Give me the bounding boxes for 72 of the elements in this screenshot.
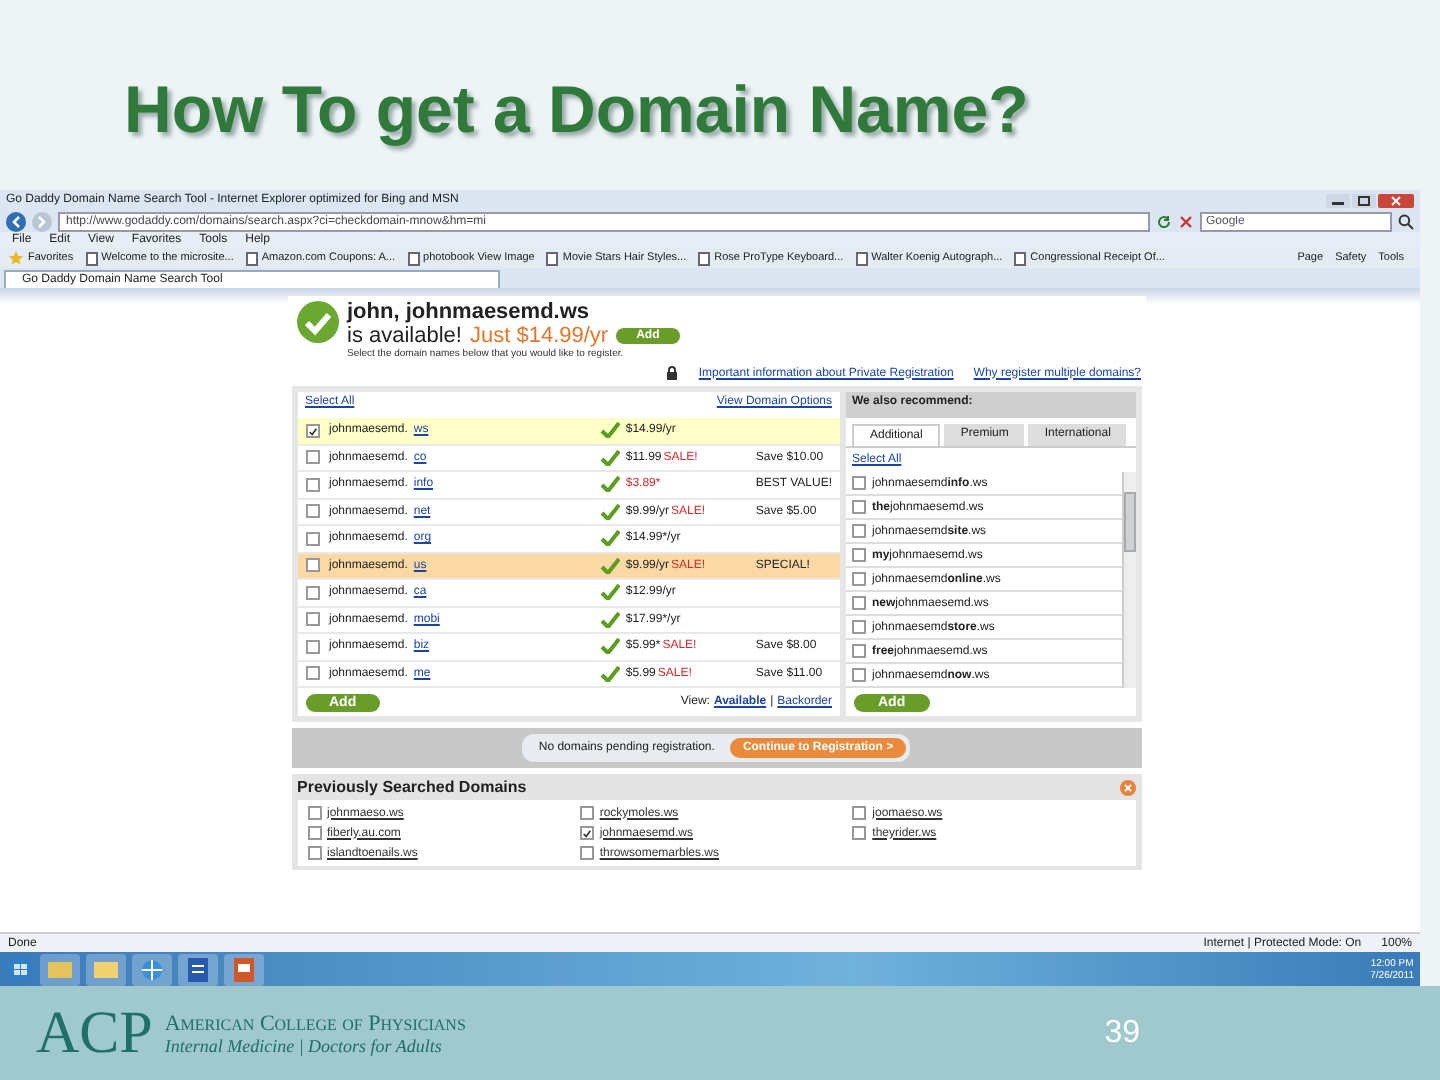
checkbox[interactable] [305, 666, 319, 681]
checkbox[interactable] [305, 531, 319, 546]
domain-headline: john, johnmaesemd.ws [347, 300, 592, 324]
stop-icon [1178, 213, 1194, 229]
checkbox[interactable] [305, 477, 319, 492]
checkmark-icon [599, 503, 620, 520]
checkbox[interactable] [852, 620, 866, 634]
checkbox[interactable] [307, 806, 321, 820]
checkbox[interactable] [305, 423, 319, 438]
page-number: 39 [1104, 1015, 1140, 1051]
checkbox[interactable] [852, 548, 866, 562]
close-icon [1378, 193, 1414, 207]
minimize-icon [1326, 193, 1350, 207]
logo-mark: ACP [36, 999, 153, 1067]
checkmark-icon [599, 530, 620, 547]
page-icon [85, 251, 98, 265]
checkmark-icon [599, 665, 620, 682]
forward-icon [32, 211, 52, 231]
document-icon [184, 955, 212, 983]
checkbox[interactable] [307, 846, 321, 860]
checkbox[interactable] [852, 476, 866, 490]
slides-icon [230, 955, 258, 983]
logo-tagline: Internal Medicine | Doctors for Adults [164, 1035, 444, 1055]
page-icon [407, 251, 420, 265]
refresh-icon [1156, 213, 1172, 229]
checkbox[interactable] [579, 826, 594, 840]
taskbar-button[interactable] [132, 953, 172, 985]
close-icon [1119, 779, 1135, 795]
checkmark-icon [599, 557, 620, 574]
checkbox[interactable] [307, 826, 321, 840]
panel-title: Previously Searched Domains [297, 778, 527, 796]
logo-name: American College of Physicians [164, 1011, 466, 1035]
checkbox[interactable] [579, 846, 594, 860]
checkmark-icon [599, 422, 620, 439]
checkbox[interactable] [852, 572, 866, 586]
page-icon [546, 251, 559, 265]
star-icon [8, 250, 24, 266]
page-icon [855, 251, 868, 265]
globe-icon [138, 955, 166, 983]
page-icon [245, 251, 258, 265]
back-icon [6, 211, 26, 231]
checkbox[interactable] [305, 585, 319, 600]
price-text: Just $14.99/yr [469, 324, 609, 348]
slide-title: How To get a Domain Name? [122, 70, 1029, 150]
checkmark-icon [599, 584, 620, 601]
checkbox[interactable] [852, 806, 867, 820]
checkbox[interactable] [852, 596, 866, 610]
checkbox[interactable] [579, 806, 594, 820]
page-icon [1014, 251, 1027, 265]
checkbox[interactable] [305, 504, 319, 519]
checkbox[interactable] [305, 450, 319, 465]
checkmark-icon [599, 611, 620, 628]
checkmark-icon [599, 638, 620, 655]
taskbar-button[interactable] [178, 953, 218, 985]
page-icon [698, 251, 711, 265]
taskbar-button[interactable] [224, 953, 264, 985]
checkmark-icon [599, 449, 620, 466]
checkbox[interactable] [852, 524, 866, 538]
taskbar-button[interactable] [86, 953, 126, 985]
start-button-icon [6, 956, 34, 982]
availability-text: is available! [347, 324, 462, 348]
checkbox[interactable] [852, 644, 866, 658]
lock-icon [666, 366, 679, 380]
checkmark-icon [599, 476, 620, 493]
checkbox[interactable] [305, 639, 319, 654]
search-icon [1398, 213, 1414, 229]
checkbox[interactable] [852, 500, 866, 514]
checkbox[interactable] [305, 558, 319, 573]
maximize-icon [1352, 193, 1376, 207]
checkbox[interactable] [305, 612, 319, 627]
checkbox[interactable] [852, 826, 867, 840]
checkbox[interactable] [852, 668, 866, 682]
